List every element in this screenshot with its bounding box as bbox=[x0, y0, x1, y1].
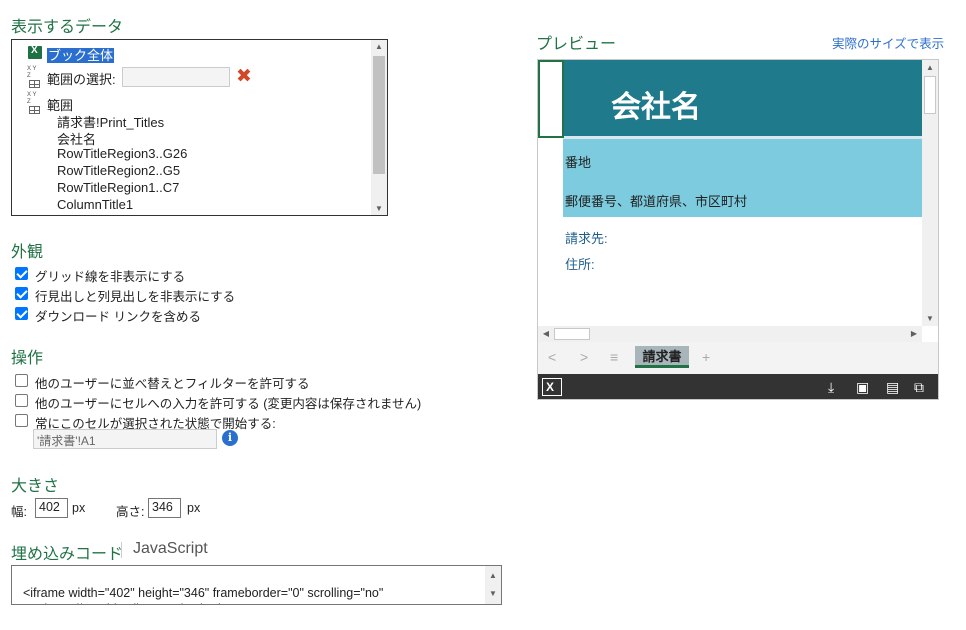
embed-code-box[interactable]: <iframe width="402" height="346" framebo… bbox=[11, 565, 502, 605]
scroll-thumb[interactable] bbox=[373, 56, 385, 174]
preview-footer-bar: ⤓ ▣ ▤ ⧉ bbox=[538, 374, 938, 399]
size-title: 大きさ bbox=[11, 478, 60, 495]
preview-title: プレビュー bbox=[536, 36, 617, 53]
tree-item-range-3[interactable]: RowTitleRegion2..G5 bbox=[57, 163, 180, 178]
download-link-label: ダウンロード リンクを含める bbox=[35, 310, 201, 324]
residence-label: 住所: bbox=[565, 257, 595, 272]
tree-item-range-2[interactable]: RowTitleRegion3..G26 bbox=[57, 146, 187, 161]
preview-vertical-scrollbar[interactable]: ▲ ▼ bbox=[922, 60, 938, 326]
code-scrollbar[interactable]: ▲ ▼ bbox=[485, 566, 501, 604]
width-input[interactable]: 402 bbox=[35, 498, 68, 518]
excel-icon bbox=[28, 45, 42, 59]
preview-frame[interactable]: 会社名 番地 郵便番号、都道府県、市区町村 請求先: 住所: ▲ ▼ ◀ ▶ <… bbox=[537, 59, 939, 400]
prev-sheet-icon[interactable]: < bbox=[548, 349, 556, 365]
popout-icon[interactable]: ⧉ bbox=[914, 379, 924, 395]
actual-size-link[interactable]: 実際のサイズで表示 bbox=[832, 33, 944, 52]
range-icon: X Y Z bbox=[27, 92, 41, 114]
clear-icon[interactable]: ✖ bbox=[236, 67, 252, 87]
embed-code-text: <iframe width="402" height="346" framebo… bbox=[16, 586, 384, 604]
range-icon: X Y Z bbox=[27, 66, 41, 88]
sheet-tab-bar: < > ≡ 請求書 + bbox=[538, 342, 938, 374]
range-input[interactable] bbox=[122, 67, 230, 87]
tree-item-workbook[interactable]: ブック全体 bbox=[47, 45, 115, 64]
appearance-title: 外観 bbox=[11, 244, 44, 261]
sheet-list-icon[interactable]: ≡ bbox=[610, 349, 618, 365]
add-sheet-icon[interactable]: + bbox=[702, 349, 710, 365]
next-sheet-icon[interactable]: > bbox=[580, 349, 588, 365]
scroll-up-icon[interactable]: ▲ bbox=[371, 42, 387, 51]
scroll-down-icon[interactable]: ▼ bbox=[485, 586, 501, 602]
scroll-up-icon[interactable]: ▲ bbox=[922, 63, 938, 72]
start-cell-input[interactable]: '請求書'!A1 bbox=[33, 429, 217, 449]
excel-icon[interactable] bbox=[542, 378, 562, 396]
embed-code-tab[interactable]: 埋め込みコード bbox=[11, 540, 123, 564]
bill-to-label: 請求先: bbox=[565, 231, 608, 246]
download-icon[interactable]: ⤓ bbox=[828, 379, 834, 395]
company-header: 会社名 bbox=[563, 60, 923, 136]
width-unit: px bbox=[72, 501, 86, 515]
allow-sort-filter-label: 他のユーザーに並べ替えとフィルターを許可する bbox=[35, 377, 310, 391]
preview-horizontal-scrollbar[interactable]: ◀ ▶ bbox=[538, 326, 922, 342]
info-icon[interactable]: i bbox=[222, 430, 238, 446]
tree-scrollbar[interactable]: ▲ ▼ bbox=[371, 40, 387, 215]
hide-headers-label: 行見出しと列見出しを非表示にする bbox=[35, 290, 236, 304]
height-label: 高さ: bbox=[116, 505, 145, 519]
scroll-right-icon[interactable]: ▶ bbox=[906, 329, 922, 338]
scroll-up-icon[interactable]: ▲ bbox=[485, 568, 501, 584]
height-unit: px bbox=[187, 501, 201, 515]
allow-typing-label: 他のユーザーにセルへの入力を許可する (変更内容は保存されません) bbox=[35, 397, 422, 411]
interaction-title: 操作 bbox=[11, 350, 44, 367]
tab-separator bbox=[121, 542, 122, 558]
start-cell-checkbox[interactable] bbox=[15, 414, 28, 427]
hide-gridlines-label: グリッド線を非表示にする bbox=[35, 270, 186, 284]
tree-item-range-4[interactable]: RowTitleRegion1..C7 bbox=[57, 180, 179, 195]
javascript-tab[interactable]: JavaScript bbox=[133, 540, 208, 558]
hide-gridlines-checkbox[interactable] bbox=[15, 267, 28, 280]
fullscreen-icon[interactable]: ▤ bbox=[886, 379, 899, 395]
download-link-checkbox[interactable] bbox=[15, 307, 28, 320]
scroll-thumb[interactable] bbox=[924, 76, 936, 114]
sheet-tab[interactable]: 請求書 bbox=[635, 346, 689, 368]
scroll-thumb[interactable] bbox=[554, 328, 590, 340]
company-name: 会社名 bbox=[611, 91, 701, 124]
selected-cell[interactable] bbox=[538, 60, 564, 138]
tree-item-select-range[interactable]: 範囲の選択: bbox=[47, 69, 116, 88]
tree-item-range-5[interactable]: ColumnTitle1 bbox=[57, 197, 133, 212]
address-text: 番地 bbox=[565, 155, 592, 170]
scroll-down-icon[interactable]: ▼ bbox=[371, 204, 387, 213]
width-label: 幅: bbox=[11, 505, 27, 519]
height-input[interactable]: 346 bbox=[148, 498, 181, 518]
save-icon[interactable]: ▣ bbox=[856, 379, 869, 395]
display-data-title: 表示するデータ bbox=[11, 19, 124, 36]
data-tree[interactable]: ブック全体 X Y Z 範囲の選択: ✖ X Y Z 範囲 請求書!Print_… bbox=[11, 39, 388, 216]
scroll-left-icon[interactable]: ◀ bbox=[538, 329, 554, 338]
postal-text: 郵便番号、都道府県、市区町村 bbox=[565, 194, 748, 209]
allow-typing-checkbox[interactable] bbox=[15, 394, 28, 407]
hide-headers-checkbox[interactable] bbox=[15, 287, 28, 300]
allow-sort-filter-checkbox[interactable] bbox=[15, 374, 28, 387]
scroll-down-icon[interactable]: ▼ bbox=[922, 314, 938, 323]
